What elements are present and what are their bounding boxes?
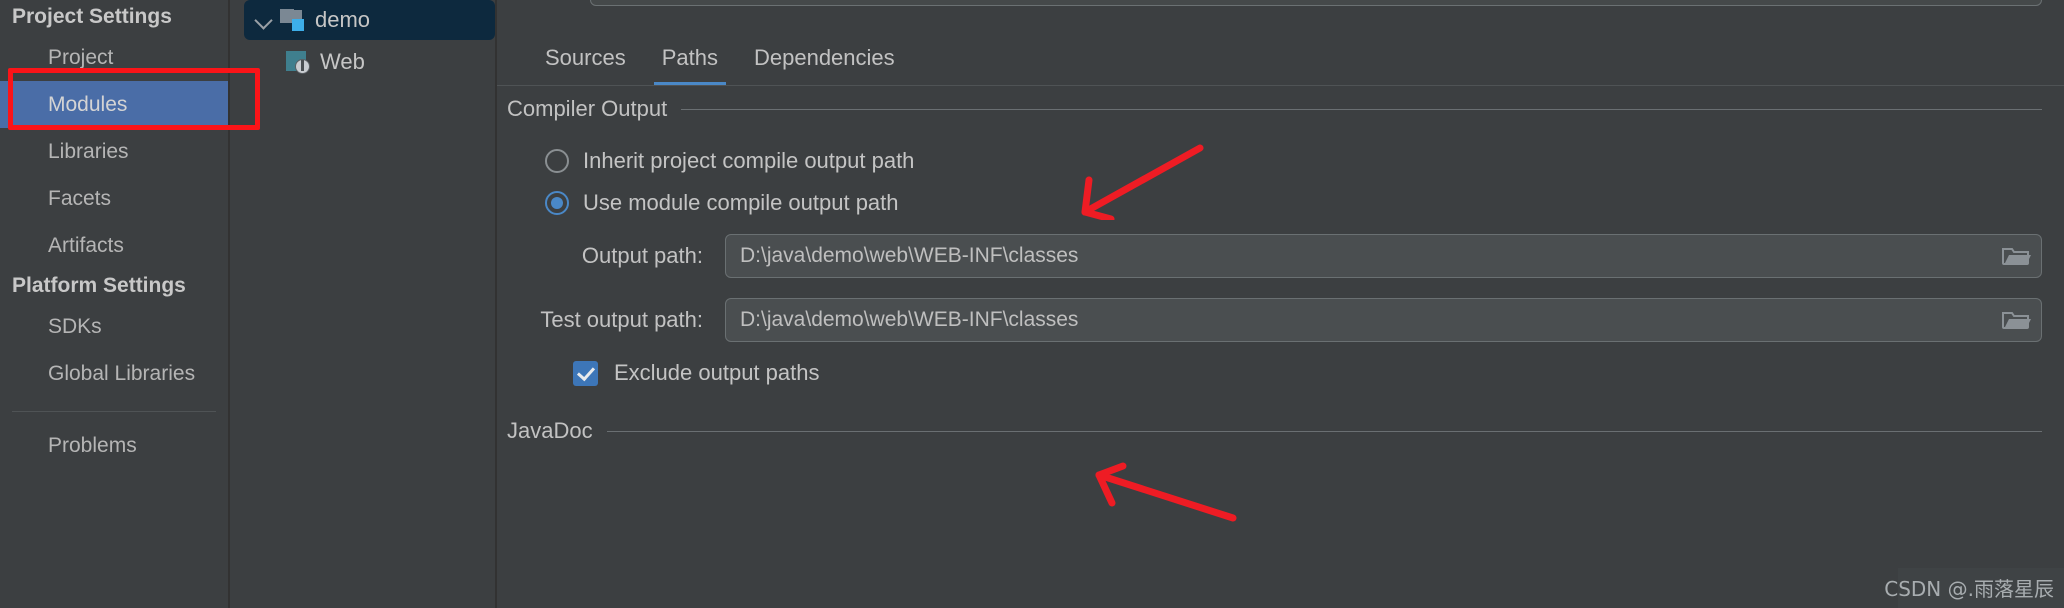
tab-sources[interactable]: Sources [527,30,644,86]
sidebar-item-libraries[interactable]: Libraries [0,128,228,175]
web-facet-icon [286,50,311,74]
output-path-row: Output path: D:\java\demo\web\WEB-INF\cl… [497,234,2042,278]
checkbox-checked-icon[interactable] [573,360,598,386]
sidebar-divider [12,411,216,412]
sidebar-item-project[interactable]: Project [0,34,228,81]
radio-inherit-label: Inherit project compile output path [583,148,915,173]
output-path-value: D:\java\demo\web\WEB-INF\classes [740,244,1079,267]
module-icon [280,9,306,31]
tree-item-web-facet[interactable]: Web [230,40,495,84]
sidebar-item-problems[interactable]: Problems [0,422,228,469]
watermark-text: CSDN @.雨落星辰 [1884,577,2054,601]
output-path-input[interactable]: D:\java\demo\web\WEB-INF\classes [725,234,2042,278]
paths-tab-content: Sources Paths Dependencies Compiler Outp… [497,0,2064,608]
radio-use-module-label: Use module compile output path [583,190,899,215]
sidebar-item-sdks[interactable]: SDKs [0,303,228,350]
tree-item-demo-module[interactable]: demo [244,0,495,40]
tree-item-demo-label: demo [315,7,371,32]
sidebar-group-title-platform-settings: Platform Settings [12,274,186,297]
sidebar-item-artifacts[interactable]: Artifacts [0,222,228,269]
test-output-path-label: Test output path: [540,307,703,332]
settings-sidebar: Project Settings Project Modules Librari… [0,0,230,608]
compiler-output-section-header: Compiler Output [507,96,2042,122]
section-rule [681,108,2042,110]
folder-icon[interactable] [2001,244,2031,268]
red-arrow-two [1095,462,1237,522]
tree-item-web-label: Web [320,49,365,74]
sidebar-item-modules[interactable]: Modules [0,81,228,128]
sidebar-group-title-project-settings: Project Settings [12,5,172,28]
red-arrow-one [1081,144,1204,220]
javadoc-label: JavaDoc [507,418,593,443]
section-rule [606,430,2042,432]
sidebar-item-global-libraries[interactable]: Global Libraries [0,350,228,397]
tab-dependencies[interactable]: Dependencies [736,30,913,86]
module-tree-panel: demo Web [230,0,497,608]
sidebar-item-facets[interactable]: Facets [0,175,228,222]
exclude-output-paths-label: Exclude output paths [614,360,820,385]
folder-icon[interactable] [2001,308,2031,332]
chevron-down-icon[interactable] [254,10,274,30]
output-path-label: Output path: [581,243,703,268]
radio-inherit-project-compile-output-path[interactable]: Inherit project compile output path [545,148,914,174]
javadoc-section-header: JavaDoc [507,418,2042,444]
checkbox-exclude-output-paths[interactable]: Exclude output paths [573,360,819,386]
test-output-path-value: D:\java\demo\web\WEB-INF\classes [740,308,1079,331]
radio-button-unchecked-icon[interactable] [545,149,569,173]
tab-paths[interactable]: Paths [644,30,736,86]
test-output-path-row: Test output path: D:\java\demo\web\WEB-I… [497,298,2042,342]
module-tabs: Sources Paths Dependencies [497,30,2064,86]
module-name-field[interactable] [590,0,2042,6]
settings-dialog: Project Settings Project Modules Librari… [0,0,2064,608]
test-output-path-input[interactable]: D:\java\demo\web\WEB-INF\classes [725,298,2042,342]
compiler-output-label: Compiler Output [507,96,668,121]
radio-button-checked-icon[interactable] [545,191,569,215]
tabs-underline [497,85,2064,86]
radio-use-module-compile-output-path[interactable]: Use module compile output path [545,190,899,216]
